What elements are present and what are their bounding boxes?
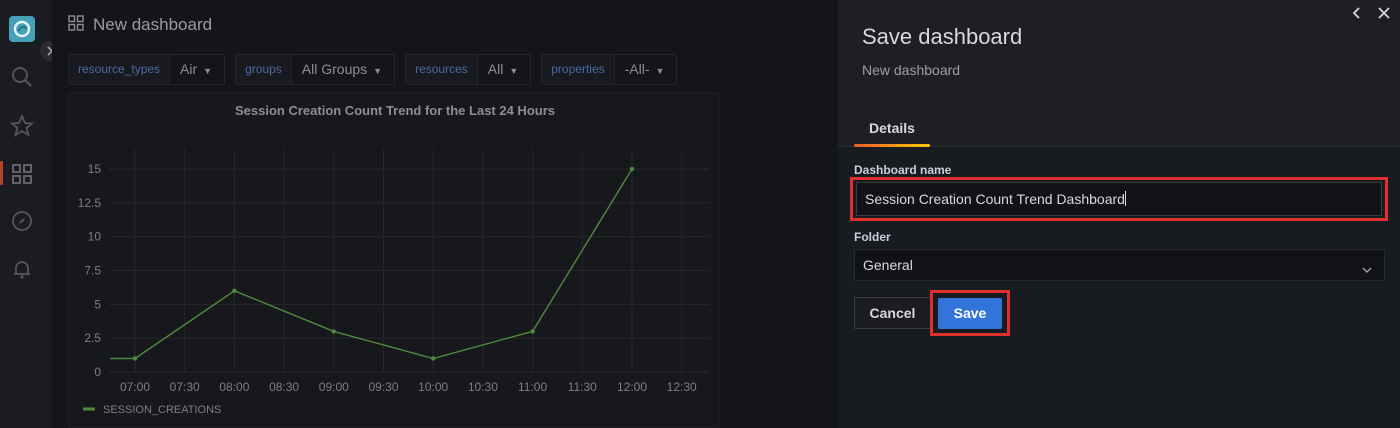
x-tick-label: 08:30 (269, 380, 299, 394)
variable-value[interactable]: Air ▼ (170, 55, 224, 84)
x-tick-label: 12:00 (617, 380, 647, 394)
chevron-down-icon (1362, 261, 1372, 279)
data-point (530, 329, 535, 334)
save-dashboard-drawer: Save dashboard New dashboard Details Das… (838, 0, 1400, 428)
dashboards-icon[interactable] (10, 162, 34, 186)
variable-value[interactable]: All ▼ (478, 55, 530, 84)
line-chart: 0 2.5 5 7.5 10 12.5 15 07:00 07:30 08:00 08:30 09:0… (78, 149, 709, 416)
bell-icon[interactable] (10, 257, 34, 281)
x-tick-label: 12:30 (667, 380, 697, 394)
compass-icon[interactable] (10, 209, 34, 233)
variable-groups[interactable]: groups All Groups ▼ (235, 54, 396, 85)
x-tick-label: 11:00 (518, 380, 547, 394)
template-variables: resource_types Air ▼ groups All Groups ▼ r… (68, 54, 678, 85)
dashboard-name-label: Dashboard name (854, 163, 952, 177)
x-tick-label: 08:00 (219, 380, 249, 394)
data-point (232, 288, 237, 293)
drawer-title: Save dashboard (862, 24, 1023, 49)
variable-value[interactable]: -All- ▼ (615, 55, 677, 84)
dashboard-area: New dashboard resource_types Air ▼ groups… (52, 0, 838, 428)
caret-down-icon: ▼ (655, 66, 665, 76)
grafana-logo-icon[interactable] (9, 16, 35, 42)
star-icon[interactable] (9, 113, 35, 138)
chevron-left-icon[interactable] (1349, 5, 1365, 21)
dashboard-title[interactable]: New dashboard (68, 14, 212, 36)
variable-label: groups (236, 55, 292, 84)
tab-active-underline (854, 144, 930, 147)
variable-label: properties (542, 55, 615, 84)
variable-properties[interactable]: properties -All- ▼ (541, 54, 678, 85)
y-tick-label: 5 (94, 297, 101, 311)
chart-panel[interactable]: Session Creation Count Trend for the Las… (68, 92, 720, 428)
series-line (110, 168, 633, 360)
drawer-subtitle: New dashboard (862, 62, 961, 78)
y-tick-label: 2.5 (84, 331, 101, 345)
data-point (431, 356, 436, 361)
variable-label: resource_types (69, 55, 171, 84)
folder-label: Folder (854, 230, 891, 244)
save-button[interactable]: Save (938, 298, 1002, 329)
x-tick-label: 09:00 (319, 380, 349, 394)
data-point (331, 329, 336, 334)
y-tick-label: 15 (88, 162, 102, 176)
x-tick-label: 09:30 (368, 380, 398, 394)
folder-select-value: General (863, 257, 913, 273)
side-menu (0, 0, 52, 428)
x-tick-label: 11:30 (568, 380, 597, 394)
caret-down-icon: ▼ (509, 66, 519, 76)
x-tick-label: 07:00 (120, 380, 150, 394)
tab-label: Details (869, 120, 915, 136)
x-tick-label: 10:00 (418, 380, 448, 394)
y-tick-label: 12.5 (78, 196, 102, 210)
folder-select[interactable]: General (854, 249, 1385, 281)
y-tick-label: 7.5 (84, 264, 101, 278)
variable-value[interactable]: All Groups ▼ (292, 55, 394, 84)
highlight-box-name: Session Creation Count Trend Dashboard (850, 177, 1388, 221)
close-icon[interactable] (1376, 5, 1392, 21)
drawer-header: Save dashboard New dashboard Details (838, 0, 1400, 147)
dashboard-name-input[interactable]: Session Creation Count Trend Dashboard (856, 182, 1382, 216)
highlight-box-save: Save (930, 290, 1010, 336)
x-tick-label: 07:30 (170, 380, 200, 394)
y-tick-label: 10 (88, 230, 102, 244)
caret-down-icon: ▼ (373, 66, 383, 76)
variable-resources[interactable]: resources All ▼ (405, 54, 532, 85)
caret-down-icon: ▼ (203, 66, 213, 76)
variable-resource-types[interactable]: resource_types Air ▼ (68, 54, 226, 85)
legend-label: SESSION_CREATIONS (103, 404, 221, 416)
data-point (629, 166, 635, 172)
x-tick-label: 10:30 (468, 380, 498, 394)
data-point (132, 356, 138, 361)
dashboard-grid-icon (68, 14, 84, 36)
active-indicator (0, 161, 3, 185)
cancel-button[interactable]: Cancel (854, 297, 931, 329)
y-tick-label: 0 (94, 365, 101, 379)
text-cursor (1124, 191, 1126, 206)
variable-label: resources (406, 55, 478, 84)
search-icon[interactable] (10, 65, 34, 89)
dashboard-title-text: New dashboard (93, 15, 213, 34)
tab-details[interactable]: Details (854, 110, 930, 147)
